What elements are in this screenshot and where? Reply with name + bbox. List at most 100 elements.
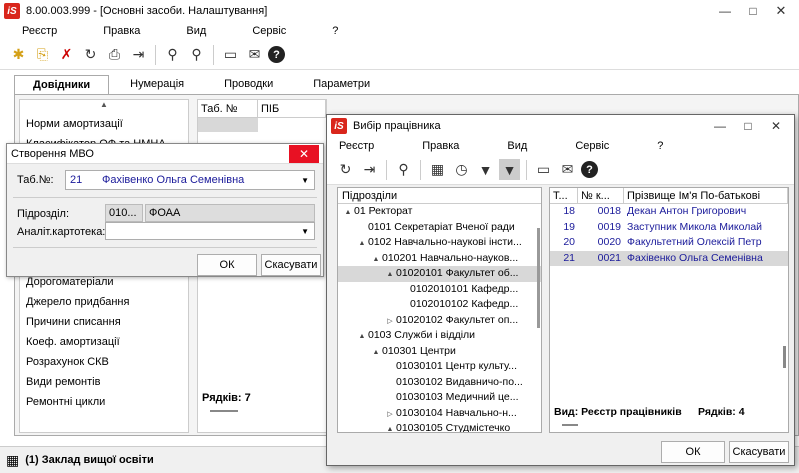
col-full-name[interactable]: Прізвище Ім'я По-батькові bbox=[624, 188, 788, 203]
export-icon[interactable]: ⇥ bbox=[359, 159, 380, 180]
chevron-down-icon[interactable]: ▼ bbox=[301, 227, 314, 236]
tree-twisty-icon[interactable]: ▲ bbox=[356, 236, 368, 251]
picker-menu-item-3[interactable]: Сервіс bbox=[575, 140, 609, 152]
picker-cancel-button[interactable]: Скасувати bbox=[729, 441, 789, 463]
tree-twisty-icon[interactable]: ▲ bbox=[356, 329, 368, 344]
tree-node[interactable]: ▲ 0102 Навчально-наукові інсти... bbox=[338, 235, 541, 251]
add-icon[interactable]: ✱ bbox=[8, 44, 29, 65]
col-tab-no[interactable]: Таб. № bbox=[198, 100, 258, 117]
tab-1[interactable]: Нумерація bbox=[111, 74, 203, 94]
menu-item-1[interactable]: Правка bbox=[103, 25, 140, 37]
grid-icon[interactable]: ▦ bbox=[427, 159, 448, 180]
picker-toolbar: ↻ ⇥ ⚲ ▦ ◷ ▼ ▼ ▭ ✉ ? bbox=[327, 155, 794, 185]
copy-icon[interactable]: ⎘ bbox=[32, 44, 53, 65]
tree-node[interactable]: 0101 Секретаріат Вченої ради bbox=[338, 220, 541, 236]
tree-twisty-icon[interactable]: ▲ bbox=[342, 205, 354, 220]
menu-item-2[interactable]: Вид bbox=[186, 25, 206, 37]
tree-node[interactable]: ▲ 01 Ректорат bbox=[338, 204, 541, 220]
close-button[interactable]: ✕ bbox=[762, 116, 790, 136]
help-icon[interactable]: ? bbox=[268, 46, 285, 63]
time-icon[interactable]: ◷ bbox=[451, 159, 472, 180]
mvo-ok-button[interactable]: ОК bbox=[197, 254, 257, 276]
menu-item-0[interactable]: Реєстр bbox=[22, 25, 57, 37]
tree-node[interactable]: 0102010101 Кафедр... bbox=[338, 282, 541, 298]
tree-node[interactable]: 0102010102 Кафедр... bbox=[338, 297, 541, 313]
minimize-button[interactable]: — bbox=[706, 116, 734, 136]
employee-row[interactable]: 18 0018 Декан Антон Григорович bbox=[550, 204, 788, 220]
tree-node[interactable]: ▷ 01030104 Навчально-н... bbox=[338, 406, 541, 422]
chevron-down-icon[interactable]: ▼ bbox=[301, 176, 314, 185]
tree-node[interactable]: ▲ 01030105 Студмістечко bbox=[338, 421, 541, 432]
col-t[interactable]: Т... bbox=[550, 188, 578, 203]
tree-node[interactable]: 01030103 Медичний це... bbox=[338, 390, 541, 406]
tree-node[interactable]: ▲ 010201 Навчально-науков... bbox=[338, 251, 541, 267]
mvo-close-button[interactable]: ✕ bbox=[289, 144, 319, 163]
tab-2[interactable]: Проводки bbox=[205, 74, 292, 94]
help-icon[interactable]: ? bbox=[581, 161, 598, 178]
employee-row[interactable]: 21 0021 Фахівенко Ольга Семенівна bbox=[550, 250, 788, 266]
picker-menu-item-4[interactable]: ? bbox=[657, 140, 663, 152]
scroll-up-arrow[interactable]: ▲ bbox=[20, 100, 188, 114]
horizontal-scrollbar[interactable] bbox=[210, 410, 238, 412]
form-icon[interactable]: ▭ bbox=[533, 159, 554, 180]
picker-menu-item-2[interactable]: Вид bbox=[507, 140, 527, 152]
filter-active-icon[interactable]: ▼ bbox=[499, 159, 520, 180]
tree-node[interactable]: 01030102 Видавничо-по... bbox=[338, 375, 541, 391]
tab-3[interactable]: Параметри bbox=[294, 74, 389, 94]
tree-twisty-icon[interactable]: ▲ bbox=[370, 252, 382, 267]
refresh-icon[interactable]: ↻ bbox=[335, 159, 356, 180]
list-item[interactable]: Норми амортизації bbox=[20, 114, 188, 134]
menu-item-4[interactable]: ? bbox=[332, 25, 338, 37]
picker-ok-button[interactable]: ОК bbox=[661, 441, 725, 463]
tree-node[interactable]: ▲ 010301 Центри bbox=[338, 344, 541, 360]
list-item[interactable]: Джерело придбання bbox=[20, 292, 188, 312]
form-icon[interactable]: ▭ bbox=[220, 44, 241, 65]
delete-icon[interactable]: ✗ bbox=[56, 44, 77, 65]
search-icon[interactable]: ⚲ bbox=[162, 44, 183, 65]
picker-menu-item-0[interactable]: Реєстр bbox=[339, 140, 374, 152]
col-pib[interactable]: ПІБ bbox=[258, 100, 326, 117]
card-label: Аналіт.картотека: bbox=[17, 226, 106, 238]
list-item[interactable]: Розрахунок СКВ bbox=[20, 352, 188, 372]
mail-icon[interactable]: ✉ bbox=[244, 44, 265, 65]
card-field[interactable]: ▼ bbox=[105, 222, 315, 240]
tree-twisty-icon[interactable]: ▲ bbox=[384, 422, 396, 432]
tree-scrollbar[interactable] bbox=[537, 228, 540, 328]
tree-node[interactable]: ▲ 0103 Служби і відділи bbox=[338, 328, 541, 344]
list-item[interactable]: Ремонтні цикли bbox=[20, 392, 188, 412]
maximize-button[interactable]: □ bbox=[739, 1, 767, 21]
grid-selected-row[interactable] bbox=[198, 118, 258, 132]
find-next-icon[interactable]: ⚲ bbox=[186, 44, 207, 65]
refresh-icon[interactable]: ↻ bbox=[80, 44, 101, 65]
tree-twisty-icon[interactable]: ▲ bbox=[370, 345, 382, 360]
filter-icon[interactable]: ▼ bbox=[475, 159, 496, 180]
employee-row[interactable]: 20 0020 Факультетний Олексій Петр bbox=[550, 235, 788, 251]
print-icon[interactable]: ⎙ bbox=[104, 44, 125, 65]
list-item[interactable]: Види ремонтів bbox=[20, 372, 188, 392]
tree-node[interactable]: ▷ 01020102 Факультет оп... bbox=[338, 313, 541, 329]
col-card-no[interactable]: № к... bbox=[578, 188, 624, 203]
tab-0[interactable]: Довідники bbox=[14, 75, 110, 94]
mvo-cancel-button[interactable]: Скасувати bbox=[261, 254, 321, 276]
export-icon[interactable]: ⇥ bbox=[128, 44, 149, 65]
tab-no-label: Таб.№: bbox=[17, 174, 54, 186]
picker-menu-item-1[interactable]: Правка bbox=[422, 140, 459, 152]
close-button[interactable]: ✕ bbox=[767, 1, 795, 21]
tree-twisty-icon[interactable]: ▷ bbox=[384, 407, 396, 422]
employee-scrollbar[interactable] bbox=[783, 346, 786, 368]
tree-twisty-icon[interactable]: ▲ bbox=[384, 267, 396, 282]
maximize-button[interactable]: □ bbox=[734, 116, 762, 136]
main-title: 8.00.003.999 - [Основні засоби. Налаштув… bbox=[26, 5, 268, 17]
list-item[interactable]: Причини списання bbox=[20, 312, 188, 332]
mail-icon[interactable]: ✉ bbox=[557, 159, 578, 180]
list-item[interactable]: Коеф. амортизації bbox=[20, 332, 188, 352]
minimize-button[interactable]: — bbox=[711, 1, 739, 21]
search-icon[interactable]: ⚲ bbox=[393, 159, 414, 180]
tree-node[interactable]: ▲ 01020101 Факультет об... bbox=[338, 266, 541, 282]
tree-node[interactable]: 01030101 Центр культу... bbox=[338, 359, 541, 375]
horizontal-scrollbar[interactable] bbox=[562, 424, 578, 426]
tree-twisty-icon[interactable]: ▷ bbox=[384, 314, 396, 329]
menu-item-3[interactable]: Сервіс bbox=[252, 25, 286, 37]
employee-row[interactable]: 19 0019 Заступник Микола Миколай bbox=[550, 220, 788, 236]
tab-no-field[interactable]: 21 Фахівенко Ольга Семенівна ▼ bbox=[65, 170, 315, 190]
